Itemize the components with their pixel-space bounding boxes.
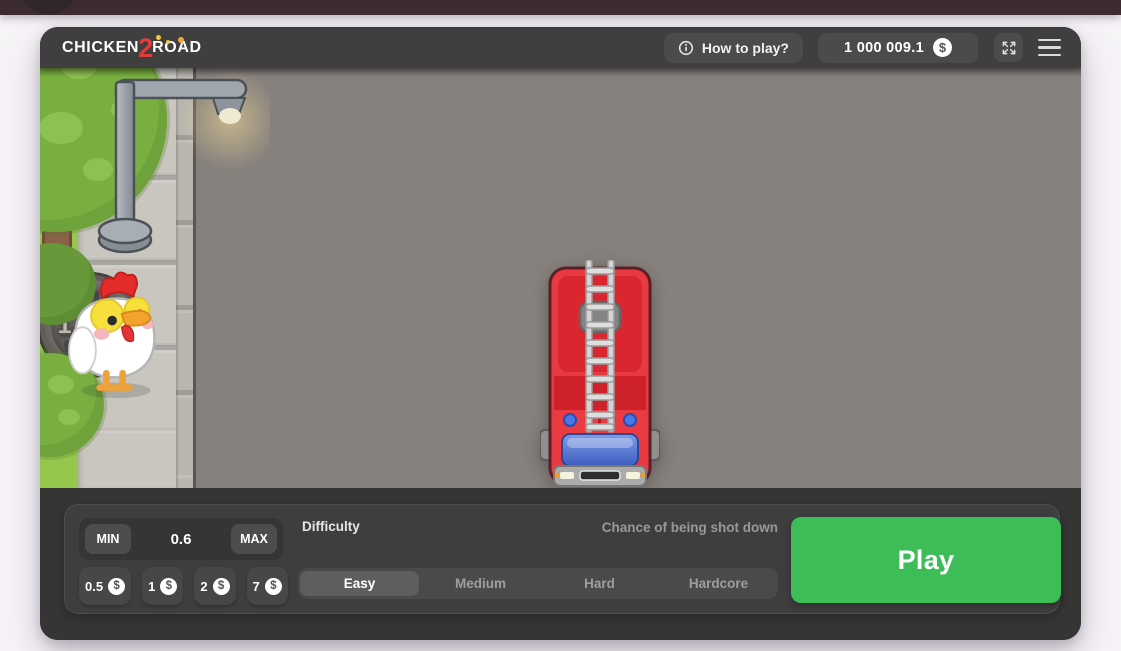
how-to-play-button[interactable]: How to play? — [664, 33, 803, 63]
game-field: 1.01x 1.03x 1.10x — [40, 68, 1081, 488]
browser-top-bar — [0, 0, 1121, 15]
quick-bet-label: 7 — [253, 579, 260, 594]
difficulty-option-hardcore[interactable]: Hardcore — [659, 568, 778, 599]
quick-bet-row: 0.5 $ 1 $ 2 $ 7 $ — [79, 567, 288, 605]
play-button[interactable]: Play — [791, 517, 1061, 603]
chicken-eye — [91, 300, 124, 333]
logo-text-2: 2 — [138, 35, 153, 62]
balance-display: 1 000 009.1 $ — [818, 33, 978, 63]
currency-coin-icon: $ — [160, 578, 177, 595]
difficulty-section: Difficulty Chance of being shot down Eas… — [298, 505, 778, 613]
chicken-character — [62, 266, 168, 400]
game-header: CHICKEN 2 ROAD How to play? 1 000 009.1 … — [40, 27, 1081, 68]
control-panel: MIN 0.6 MAX 0.5 $ 1 $ 2 $ 7 — [64, 504, 1060, 614]
quick-bet-label: 1 — [148, 579, 155, 594]
street-lamp — [80, 68, 270, 268]
game-window: CHICKEN 2 ROAD How to play? 1 000 009.1 … — [40, 27, 1081, 640]
logo-chick-speck-icon — [166, 40, 170, 44]
quick-bet-button-1[interactable]: 1 $ — [142, 567, 183, 605]
menu-button[interactable] — [1038, 39, 1061, 57]
truck-light — [624, 414, 636, 426]
bet-value[interactable]: 0.6 — [171, 531, 192, 548]
lamp-bulb — [219, 108, 241, 124]
logo-text-road: ROAD — [152, 39, 202, 57]
quick-bet-button-7[interactable]: 7 $ — [247, 567, 288, 605]
chance-of-shot-down-label: Chance of being shot down — [602, 520, 778, 535]
bet-amount-box: MIN 0.6 MAX — [79, 518, 283, 560]
chicken-beak — [122, 311, 151, 326]
min-bet-button[interactable]: MIN — [85, 524, 131, 554]
difficulty-option-medium[interactable]: Medium — [421, 568, 540, 599]
fullscreen-button[interactable] — [994, 33, 1023, 62]
chicken-wing — [69, 327, 96, 373]
quick-bet-button-2[interactable]: 2 $ — [194, 567, 235, 605]
quick-bet-label: 0.5 — [85, 579, 103, 594]
currency-coin-icon: $ — [108, 578, 125, 595]
chicken-road-logo: CHICKEN 2 ROAD — [62, 27, 202, 68]
chicken-comb — [101, 273, 137, 299]
chicken-cheek — [94, 328, 109, 339]
truck-light — [564, 414, 576, 426]
menu-icon — [1038, 39, 1061, 42]
fire-truck — [540, 260, 660, 488]
logo-text-chicken: CHICKEN — [62, 39, 139, 57]
max-bet-button[interactable]: MAX — [231, 524, 277, 554]
fullscreen-icon — [1001, 40, 1017, 56]
quick-bet-button-0.5[interactable]: 0.5 $ — [79, 567, 131, 605]
control-bar: MIN 0.6 MAX 0.5 $ 1 $ 2 $ 7 — [40, 488, 1081, 640]
logo-chick-speck-icon — [156, 35, 161, 40]
difficulty-option-easy[interactable]: Easy — [300, 571, 419, 596]
currency-coin-icon: $ — [265, 578, 282, 595]
difficulty-label: Difficulty — [302, 519, 360, 534]
currency-coin-icon: $ — [933, 38, 952, 57]
quick-bet-label: 2 — [200, 579, 207, 594]
info-icon — [678, 40, 694, 56]
logo-chick-speck-icon — [178, 37, 184, 43]
balance-value: 1 000 009.1 — [844, 40, 924, 56]
difficulty-selector: Easy Medium Hard Hardcore — [298, 568, 778, 599]
difficulty-option-hard[interactable]: Hard — [540, 568, 659, 599]
how-to-play-label: How to play? — [702, 40, 789, 56]
currency-coin-icon: $ — [213, 578, 230, 595]
browser-chip-decoration — [20, 0, 78, 14]
